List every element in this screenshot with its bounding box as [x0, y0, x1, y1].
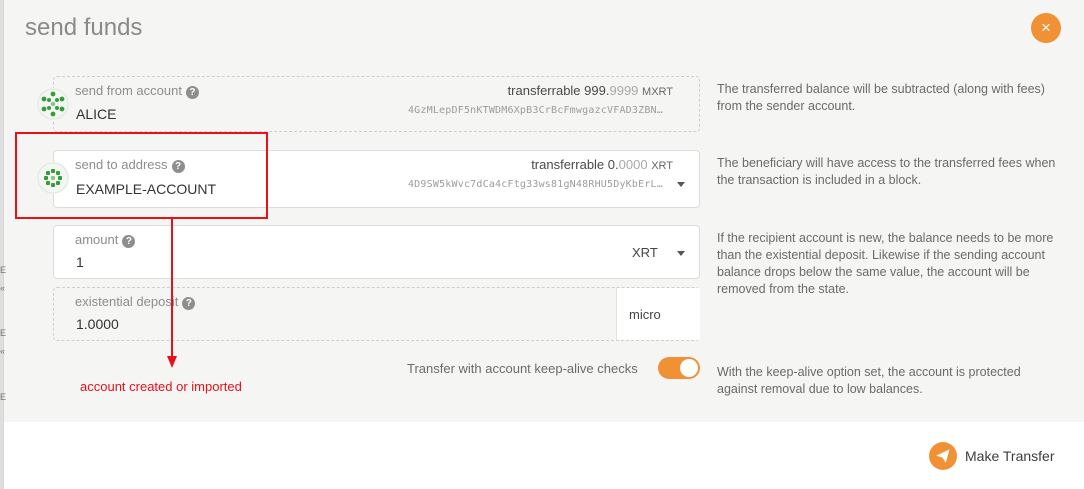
background-edge-mark: « — [0, 346, 6, 356]
amount-label: amount? — [75, 232, 136, 248]
background-edge-mark: E — [0, 328, 7, 338]
balance-main: 0. — [607, 157, 619, 172]
amount-input[interactable]: 1 — [76, 254, 84, 270]
balance-decimals: 9999 — [609, 83, 639, 98]
balance-main: 999. — [584, 83, 610, 98]
annotation-arrow-head-icon — [167, 356, 177, 368]
keep-alive-help: With the keep-alive option set, the acco… — [717, 365, 1021, 396]
balance-label: transferrable — [507, 83, 581, 98]
send-from-address: 4GzMLepDF5nKTWDM6XpB3CrBcFmwgazcVFAD3ZBN… — [407, 105, 663, 116]
send-from-balance: transferrable 999.9999 MXRT — [508, 83, 673, 98]
toggle-knob — [680, 359, 698, 377]
modal-title: send funds — [25, 14, 143, 41]
amount-unit: XRT — [632, 245, 658, 260]
send-from-label: send from account? — [75, 83, 199, 99]
keep-alive-label: Transfer with account keep-alive checks — [407, 361, 638, 376]
existential-deposit-label-text: existential deposit — [75, 294, 179, 309]
existential-deposit-label: existential deposit? — [75, 294, 196, 310]
balance-label: transferrable — [531, 157, 605, 172]
balance-unit: MXRT — [642, 86, 673, 98]
balance-decimals: 0000 — [618, 157, 648, 172]
background-edge-mark: E — [0, 392, 7, 402]
modal-footer: Make Transfer — [4, 422, 1084, 489]
chevron-down-icon[interactable] — [677, 182, 685, 187]
send-to-address: 4D9SW5kWvc7dCa4cFtg33ws81gN48RHU5DyKbErL… — [407, 179, 663, 190]
background-edge-mark: E — [0, 265, 7, 275]
send-from-account-name: ALICE — [76, 106, 117, 122]
send-from-label-text: send from account — [75, 83, 182, 98]
help-icon[interactable]: ? — [185, 86, 199, 99]
close-icon[interactable]: × — [1031, 13, 1061, 43]
background-edge-mark: « — [0, 283, 6, 293]
send-to-help: The beneficiary will have access to the … — [717, 156, 1056, 187]
make-transfer-button[interactable]: Make Transfer — [929, 441, 1054, 471]
chevron-down-icon[interactable] — [677, 251, 685, 256]
send-to-balance: transferrable 0.0000 XRT — [531, 157, 673, 172]
keep-alive-toggle[interactable] — [658, 357, 700, 379]
help-icon[interactable]: ? — [122, 235, 136, 248]
balance-unit: XRT — [651, 160, 673, 172]
amount-unit-select[interactable]: XRT — [632, 245, 658, 260]
annotation-arrow-line — [171, 219, 173, 357]
send-from-help: The transferred balance will be subtract… — [717, 82, 1045, 113]
amount-field[interactable]: amount? 1 XRT — [53, 225, 700, 279]
make-transfer-label: Make Transfer — [965, 448, 1055, 464]
paper-plane-icon — [929, 442, 957, 470]
send-funds-modal: send funds × send from account? ALICE tr… — [3, 0, 1084, 489]
help-icon[interactable]: ? — [182, 297, 196, 310]
account-identicon-icon — [37, 88, 69, 120]
annotation-highlight-box — [15, 132, 268, 219]
existential-deposit-field: existential deposit? 1.0000 micro — [53, 287, 700, 341]
amount-help: If the recipient account is new, the bal… — [717, 231, 1054, 296]
send-from-account-field[interactable]: send from account? ALICE transferrable 9… — [53, 76, 700, 132]
existential-deposit-unit-box: micro — [616, 288, 700, 340]
amount-label-text: amount — [75, 232, 119, 247]
existential-deposit-value: 1.0000 — [76, 316, 119, 332]
annotation-text: account created or imported — [80, 379, 242, 394]
existential-deposit-unit: micro — [629, 307, 661, 322]
